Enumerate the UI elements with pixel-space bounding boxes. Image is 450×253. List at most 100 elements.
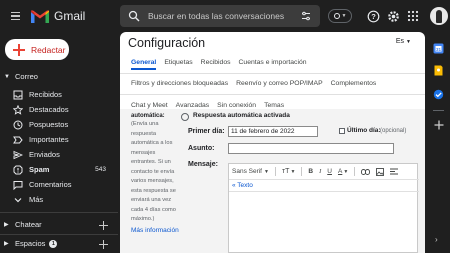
search-input[interactable]: Buscar en todas las conversaciones <box>148 11 298 21</box>
watermark: XATAKA BASICS <box>317 229 413 239</box>
sidebar-item-recibidos[interactable]: Recibidos <box>0 88 118 101</box>
sidebar-item-label: Más <box>29 195 44 204</box>
main-menu-icon[interactable] <box>4 5 26 27</box>
tab-etiquetas[interactable]: Etiquetas <box>164 59 192 66</box>
language-selector[interactable]: Es ▼ <box>396 38 411 45</box>
tab-divider <box>120 94 425 95</box>
rail-divider <box>433 110 444 111</box>
gear-icon[interactable] <box>386 9 400 23</box>
message-editor[interactable]: Sans Serif ▼ тТ ▼ B I U A ▼ « Texto <box>228 163 419 253</box>
font-size-icon[interactable]: тТ ▼ <box>282 168 295 175</box>
chevron-right-icon: ▶ <box>4 222 9 228</box>
search-bar[interactable]: Buscar en todas las conversaciones <box>120 5 320 27</box>
text-color-icon[interactable]: A ▼ <box>338 168 348 175</box>
apps-grid-icon[interactable] <box>406 9 420 23</box>
tab-cuentas[interactable]: Cuentas e importación <box>239 59 307 66</box>
avatar[interactable] <box>430 7 448 25</box>
sidebar-item-label: Comentarios <box>29 180 72 189</box>
sidebar-item-label: Enviados <box>29 150 60 159</box>
plain-text-link[interactable]: « Texto <box>232 182 253 189</box>
optional-hint: (opcional) <box>380 128 407 134</box>
status-indicator[interactable]: ▼ <box>328 9 352 23</box>
link-icon[interactable] <box>361 168 371 175</box>
sidebar-item-enviados[interactable]: Enviados <box>0 148 118 161</box>
sidebar-item-label: Destacados <box>29 105 69 114</box>
compose-button[interactable]: Redactar <box>5 39 69 60</box>
more-info-link[interactable]: Más información <box>131 227 181 234</box>
side-panel-rail: 31 › <box>427 32 450 253</box>
sidebar-item-pospuestos[interactable]: Pospuestos <box>0 118 118 131</box>
editor-divider <box>229 191 419 192</box>
tab-complementos[interactable]: Complementos <box>331 80 377 87</box>
tab-avanzadas[interactable]: Avanzadas <box>176 102 210 109</box>
caret-down-icon: ▼ <box>406 38 411 45</box>
message-label: Mensaje: <box>188 161 218 168</box>
watermark-text: XATAKA BASICS <box>337 229 413 239</box>
last-day-label[interactable]: Último día: <box>347 127 381 134</box>
toolbar-separator <box>301 167 303 176</box>
add-addon-plus-icon[interactable] <box>432 118 445 131</box>
chat-section-header[interactable]: ▶ Chatear <box>4 220 42 229</box>
image-icon[interactable] <box>376 167 385 176</box>
subject-label: Asunto: <box>188 145 215 152</box>
bold-icon[interactable]: B <box>308 168 313 175</box>
chevron-right-icon: ▶ <box>4 241 9 247</box>
italic-icon[interactable]: I <box>319 168 321 175</box>
spaces-section-header[interactable]: ▶ Espacios 1 <box>4 239 58 248</box>
sidebar-item-importantes[interactable]: Importantes <box>0 133 118 146</box>
sidebar-item-label: Spam <box>29 165 50 174</box>
new-chat-plus-icon[interactable] <box>99 221 108 230</box>
tab-general[interactable]: General <box>131 59 157 70</box>
settings-tabs: General Etiquetas Recibidos Cuentas e im… <box>120 54 425 109</box>
sidebar-item-spam[interactable]: Spam 543 <box>0 163 118 176</box>
tab-reenvio[interactable]: Reenvío y correo POP/IMAP <box>236 80 323 87</box>
tab-filtros[interactable]: Filtros y direcciones bloqueadas <box>131 80 228 87</box>
watermark-logo-icon <box>318 231 332 238</box>
toolbar-separator <box>354 167 356 176</box>
tab-temas[interactable]: Temas <box>264 102 284 109</box>
gmail-logo-icon <box>31 10 49 23</box>
spam-count: 543 <box>95 166 106 173</box>
sidebar-item-destacados[interactable]: Destacados <box>0 103 118 116</box>
new-space-plus-icon[interactable] <box>99 240 108 249</box>
align-icon[interactable] <box>390 168 399 175</box>
tab-chat-meet[interactable]: Chat y Meet <box>131 102 168 109</box>
vacation-on-radio[interactable] <box>181 113 189 121</box>
underline-icon[interactable]: U <box>327 168 332 175</box>
app-name: Gmail <box>54 9 86 23</box>
settings-panel: Configuración Es ▼ General Etiquetas Rec… <box>120 32 425 253</box>
comment-icon <box>12 179 24 191</box>
vacation-title: automática: <box>131 113 165 119</box>
tab-recibidos[interactable]: Recibidos <box>201 59 231 66</box>
tab-sin-conexion[interactable]: Sin conexión <box>217 102 256 109</box>
tasks-icon[interactable] <box>432 88 445 101</box>
last-day-checkbox[interactable] <box>339 128 345 134</box>
help-icon[interactable]: ? <box>366 9 380 23</box>
vacation-on-label[interactable]: Respuesta automática activada <box>193 112 290 119</box>
chat-section-label: Chatear <box>15 220 42 229</box>
font-family-select[interactable]: Sans Serif ▼ <box>232 168 269 175</box>
top-bar: Gmail Buscar en todas las conversaciones… <box>0 0 450 32</box>
caret-down-icon: ▼ <box>341 13 347 19</box>
search-options-icon[interactable] <box>298 8 314 24</box>
font-family-value: Sans Serif <box>232 168 262 175</box>
sidebar-item-mas[interactable]: Más <box>0 193 118 206</box>
mail-section-header[interactable]: ▼ Correo <box>4 72 38 81</box>
calendar-icon[interactable]: 31 <box>432 42 445 55</box>
chevron-right-icon[interactable]: › <box>435 235 438 244</box>
chevron-down-icon <box>12 194 24 206</box>
gmail-logo[interactable]: Gmail <box>30 9 85 24</box>
vacation-help-text: (Envía una respuesta automática a los me… <box>131 121 176 222</box>
svg-text:?: ? <box>371 12 376 21</box>
sidebar-item-comentarios[interactable]: Comentarios <box>0 178 118 191</box>
spaces-badge: 1 <box>49 239 58 248</box>
subject-input[interactable] <box>228 143 394 154</box>
sidebar-divider <box>0 234 118 235</box>
keep-icon[interactable] <box>432 64 445 77</box>
sidebar-item-label: Recibidos <box>29 90 62 99</box>
sidebar: Redactar ▼ Correo Recibidos Destacados P… <box>0 32 118 253</box>
chevron-down-icon: ▼ <box>4 73 10 80</box>
toolbar-separator <box>274 167 276 176</box>
first-day-input[interactable]: 11 de febrero de 2022 <box>228 126 318 137</box>
search-icon[interactable] <box>124 6 144 26</box>
